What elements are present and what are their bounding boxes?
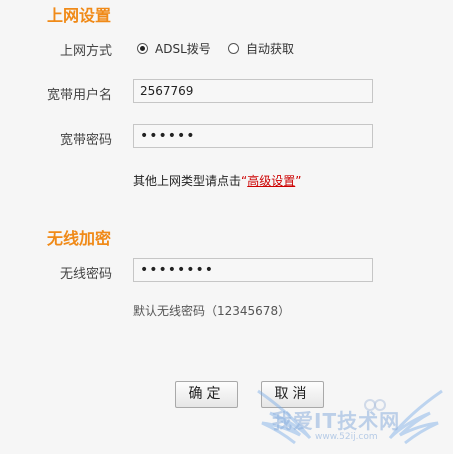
hint-text: 其他上网类型请点击 [133,174,242,188]
watermark-url: www.52ij.com [315,432,378,442]
broadband-password-label: 宽带密码 [59,133,112,148]
radio-adsl[interactable] [137,43,148,54]
advanced-settings-hint: 其他上网类型请点击“高级设置” [133,172,301,189]
hint-close-quote: ” [295,174,302,188]
username-input[interactable] [133,79,373,103]
default-wireless-password-note: 默认无线密码（12345678） [133,304,291,318]
ok-button[interactable]: 确定 [175,381,238,408]
section-title-internet: 上网设置 [47,6,112,25]
radio-auto-label[interactable]: 自动获取 [246,40,294,57]
connection-mode-label: 上网方式 [59,44,112,59]
watermark-text: 我爱IT技术网 [272,409,401,433]
wireless-password-label: 无线密码 [59,267,112,282]
username-label: 宽带用户名 [46,88,112,103]
wireless-password-input[interactable] [133,258,373,282]
broadband-password-input[interactable] [133,124,373,148]
section-title-wireless: 无线加密 [47,229,112,248]
radio-auto[interactable] [228,43,239,54]
advanced-settings-link[interactable]: 高级设置 [247,174,295,188]
radio-adsl-label[interactable]: ADSL拨号 [155,40,211,57]
